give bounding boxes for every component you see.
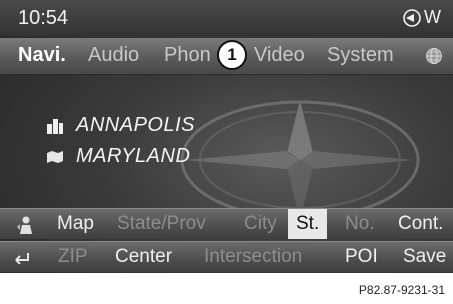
number-button: No. <box>345 213 375 234</box>
compass-heading-icon <box>403 8 421 27</box>
heading-label: W <box>424 7 441 27</box>
intersection-button: Intersection <box>204 246 303 267</box>
address-menu-bar: Map State/Prov City St. No. Cont. <box>0 208 453 239</box>
city-button: City <box>244 213 277 234</box>
callout-marker: 1 <box>217 40 247 70</box>
center-button[interactable]: Center <box>115 246 172 268</box>
save-button[interactable]: Save <box>403 246 446 268</box>
destination-city-row[interactable]: ANNAPOLIS <box>46 114 195 137</box>
status-bar: 10:54 W <box>0 0 453 36</box>
globe-icon[interactable] <box>425 47 443 65</box>
menu-audio[interactable]: Audio <box>88 44 139 67</box>
destination-state-row[interactable]: MARYLAND <box>46 145 190 168</box>
continue-button[interactable]: Cont. <box>398 213 443 235</box>
menu-system[interactable]: System <box>327 44 394 67</box>
street-button[interactable]: St. <box>288 209 328 239</box>
clock: 10:54 <box>18 7 69 29</box>
zip-button: ZIP <box>58 246 88 267</box>
destination-city: ANNAPOLIS <box>76 114 195 136</box>
compass-rose-watermark <box>180 100 420 220</box>
state-prov-button: State/Prov <box>117 213 206 234</box>
status-indicator: W <box>402 7 441 28</box>
menu-video[interactable]: Video <box>254 44 305 67</box>
back-arrow-icon[interactable] <box>14 250 34 264</box>
map-button[interactable]: Map <box>57 213 94 235</box>
figure-reference-code: P82.87-9231-31 <box>358 283 445 297</box>
menu-navi[interactable]: Navi. <box>18 44 66 67</box>
city-icon <box>47 118 63 134</box>
person-icon[interactable] <box>16 215 36 235</box>
state-map-icon <box>47 150 63 163</box>
menu-phone[interactable]: Phon <box>164 44 211 67</box>
action-menu-bar: ZIP Center Intersection POI Save <box>0 241 453 272</box>
destination-state: MARYLAND <box>76 145 191 167</box>
poi-button[interactable]: POI <box>345 246 378 268</box>
navigation-screen: 10:54 W Navi. Audio Phon Video System 1 <box>0 0 453 273</box>
